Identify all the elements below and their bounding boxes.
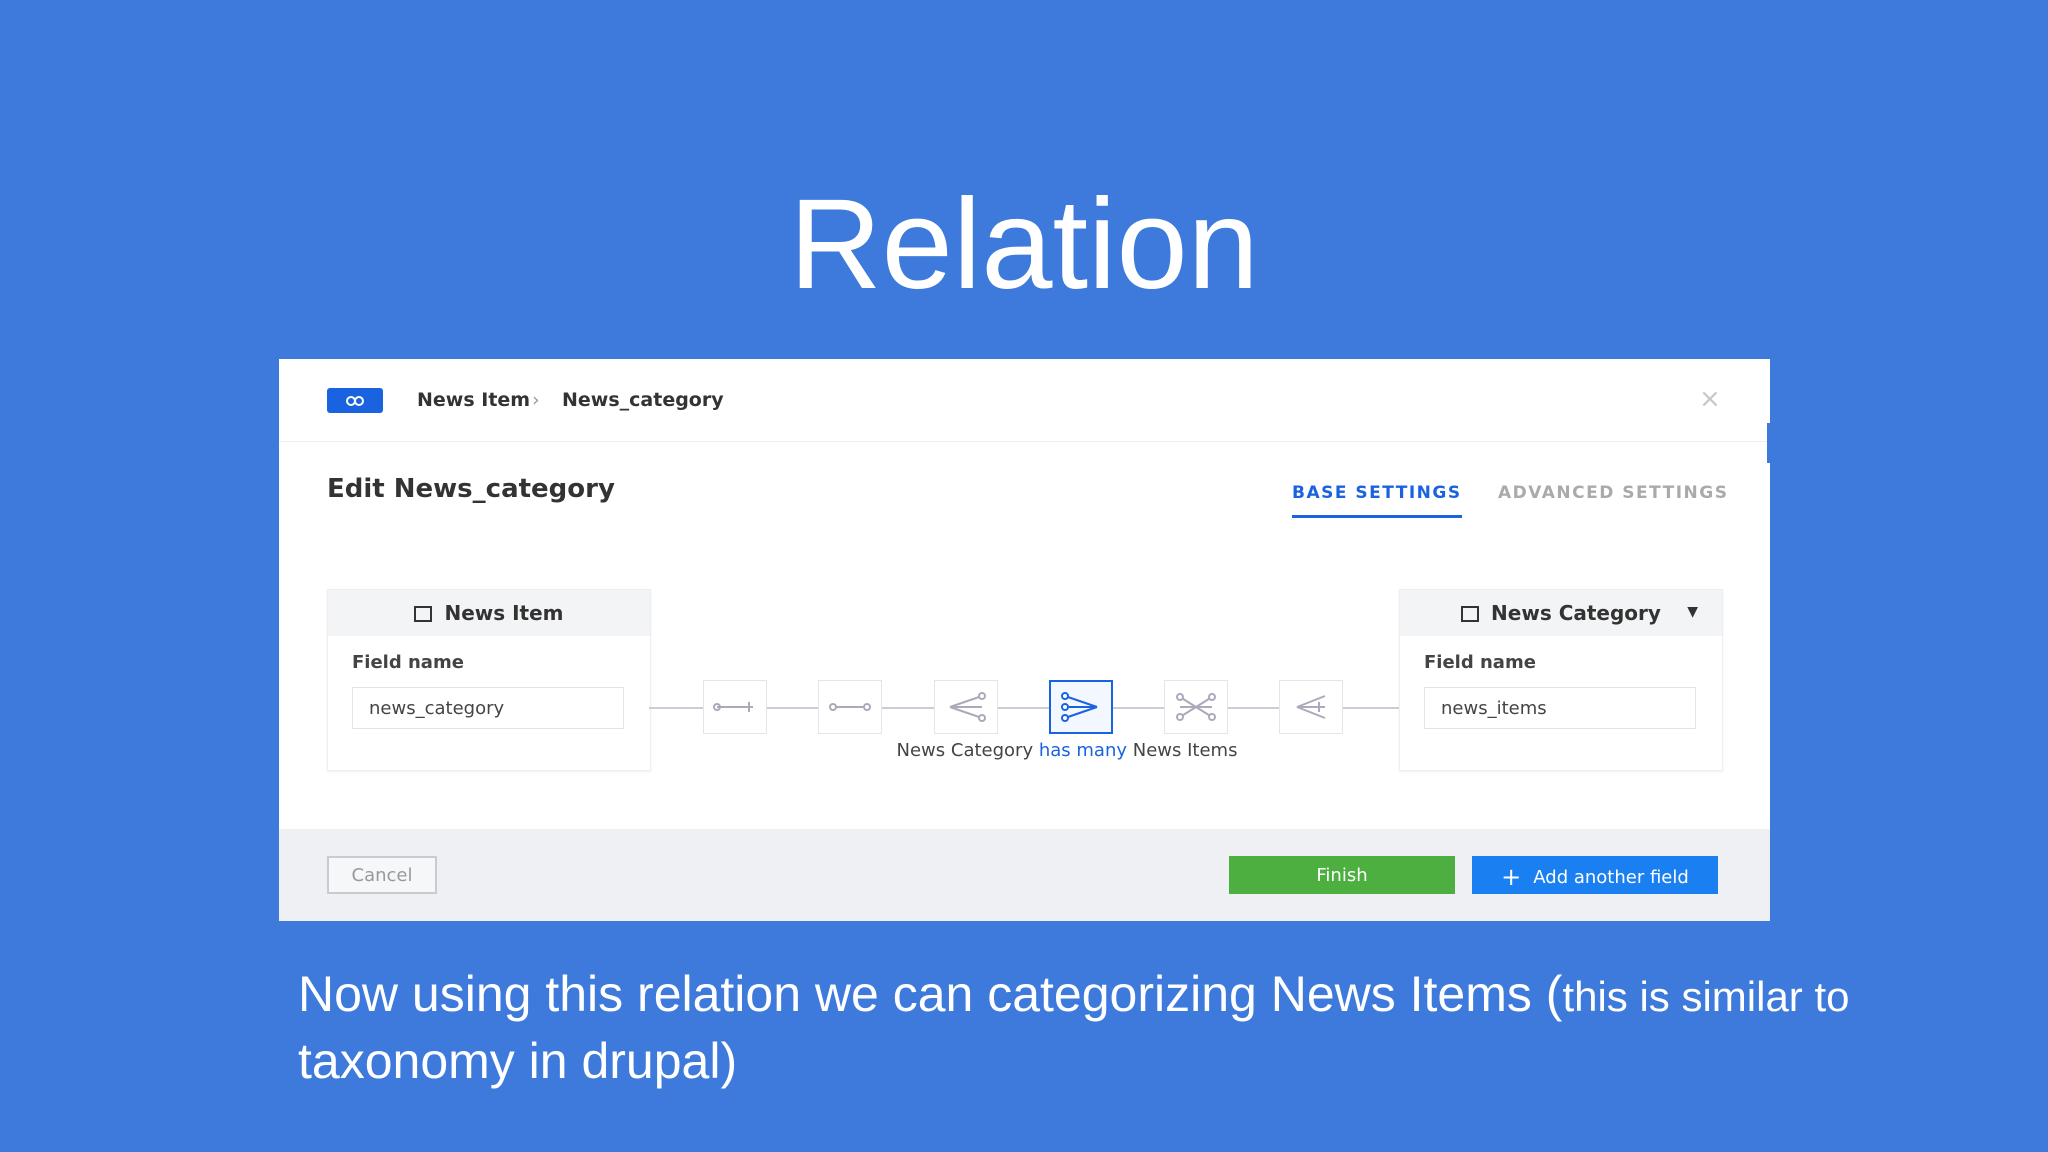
relation-many-way-button[interactable] xyxy=(1279,680,1343,734)
add-another-field-button[interactable]: + Add another field xyxy=(1472,856,1718,894)
caption-close: ) xyxy=(720,1033,738,1089)
tab-base-settings[interactable]: BASE SETTINGS xyxy=(1292,483,1462,518)
finish-button[interactable]: Finish xyxy=(1229,856,1455,894)
left-field-label: Field name xyxy=(352,652,464,673)
relation-one-to-one-button[interactable] xyxy=(818,680,882,734)
relation-description: News Category has many News Items xyxy=(849,740,1285,761)
caption-small: this is similar to xyxy=(1562,973,1850,1020)
relation-one-way-button[interactable] xyxy=(703,680,767,734)
one-to-many-icon xyxy=(949,692,986,722)
caption-main: Now using this relation we can categoriz… xyxy=(298,966,1563,1022)
one-way-icon xyxy=(713,702,753,712)
chevron-down-icon[interactable]: ▼ xyxy=(1687,604,1698,620)
close-icon[interactable]: × xyxy=(1699,385,1721,413)
breadcrumb-news-item[interactable]: News Item xyxy=(417,388,530,412)
many-way-icon xyxy=(1296,695,1326,719)
cancel-button[interactable]: Cancel xyxy=(327,856,437,894)
content-type-icon xyxy=(1461,606,1480,622)
right-entity-name: News Category xyxy=(1491,601,1661,625)
plus-icon: + xyxy=(1501,863,1522,891)
modal-title: Edit News_category xyxy=(327,474,615,504)
relation-many-to-one-button[interactable] xyxy=(1049,680,1113,734)
right-entity-header[interactable]: News Category ▼ xyxy=(1400,590,1722,636)
modal-header: News Item › News_category × xyxy=(279,359,1770,442)
relation-one-to-many-button[interactable] xyxy=(934,680,998,734)
add-another-field-label: Add another field xyxy=(1533,867,1689,888)
relation-entity-b: News Items xyxy=(1132,740,1238,761)
breadcrumb-news-category[interactable]: News_category xyxy=(562,388,724,412)
left-field-name-input[interactable]: news_category xyxy=(352,687,624,729)
left-entity-header: News Item xyxy=(328,590,650,636)
relation-verb: has many xyxy=(1038,740,1128,761)
slide-caption: Now using this relation we can categoriz… xyxy=(298,962,1938,1093)
relation-entity-a: News Category xyxy=(896,740,1034,761)
slide-title: Relation xyxy=(789,173,1259,316)
tab-advanced-settings[interactable]: ADVANCED SETTINGS xyxy=(1498,483,1728,503)
modal-footer: Cancel Finish + Add another field xyxy=(279,829,1770,921)
right-edge-bar xyxy=(1767,423,1770,463)
content-type-icon xyxy=(414,606,433,622)
many-to-one-icon xyxy=(1061,692,1098,722)
right-field-name-input[interactable]: news_items xyxy=(1424,687,1696,729)
relation-editor-screenshot: News Item › News_category × Edit News_ca… xyxy=(279,359,1770,921)
one-to-one-icon xyxy=(829,703,871,711)
left-entity-name: News Item xyxy=(444,601,564,625)
left-entity-card: News Item Field name news_category xyxy=(327,589,651,771)
breadcrumb-separator: › xyxy=(532,389,540,411)
relation-many-to-many-button[interactable] xyxy=(1164,680,1228,734)
caption-line2: taxonomy in drupal xyxy=(298,1033,721,1089)
link-icon xyxy=(327,388,383,413)
many-to-many-icon xyxy=(1176,693,1216,721)
right-entity-card: News Category ▼ Field name news_items xyxy=(1399,589,1723,771)
right-field-label: Field name xyxy=(1424,652,1536,673)
